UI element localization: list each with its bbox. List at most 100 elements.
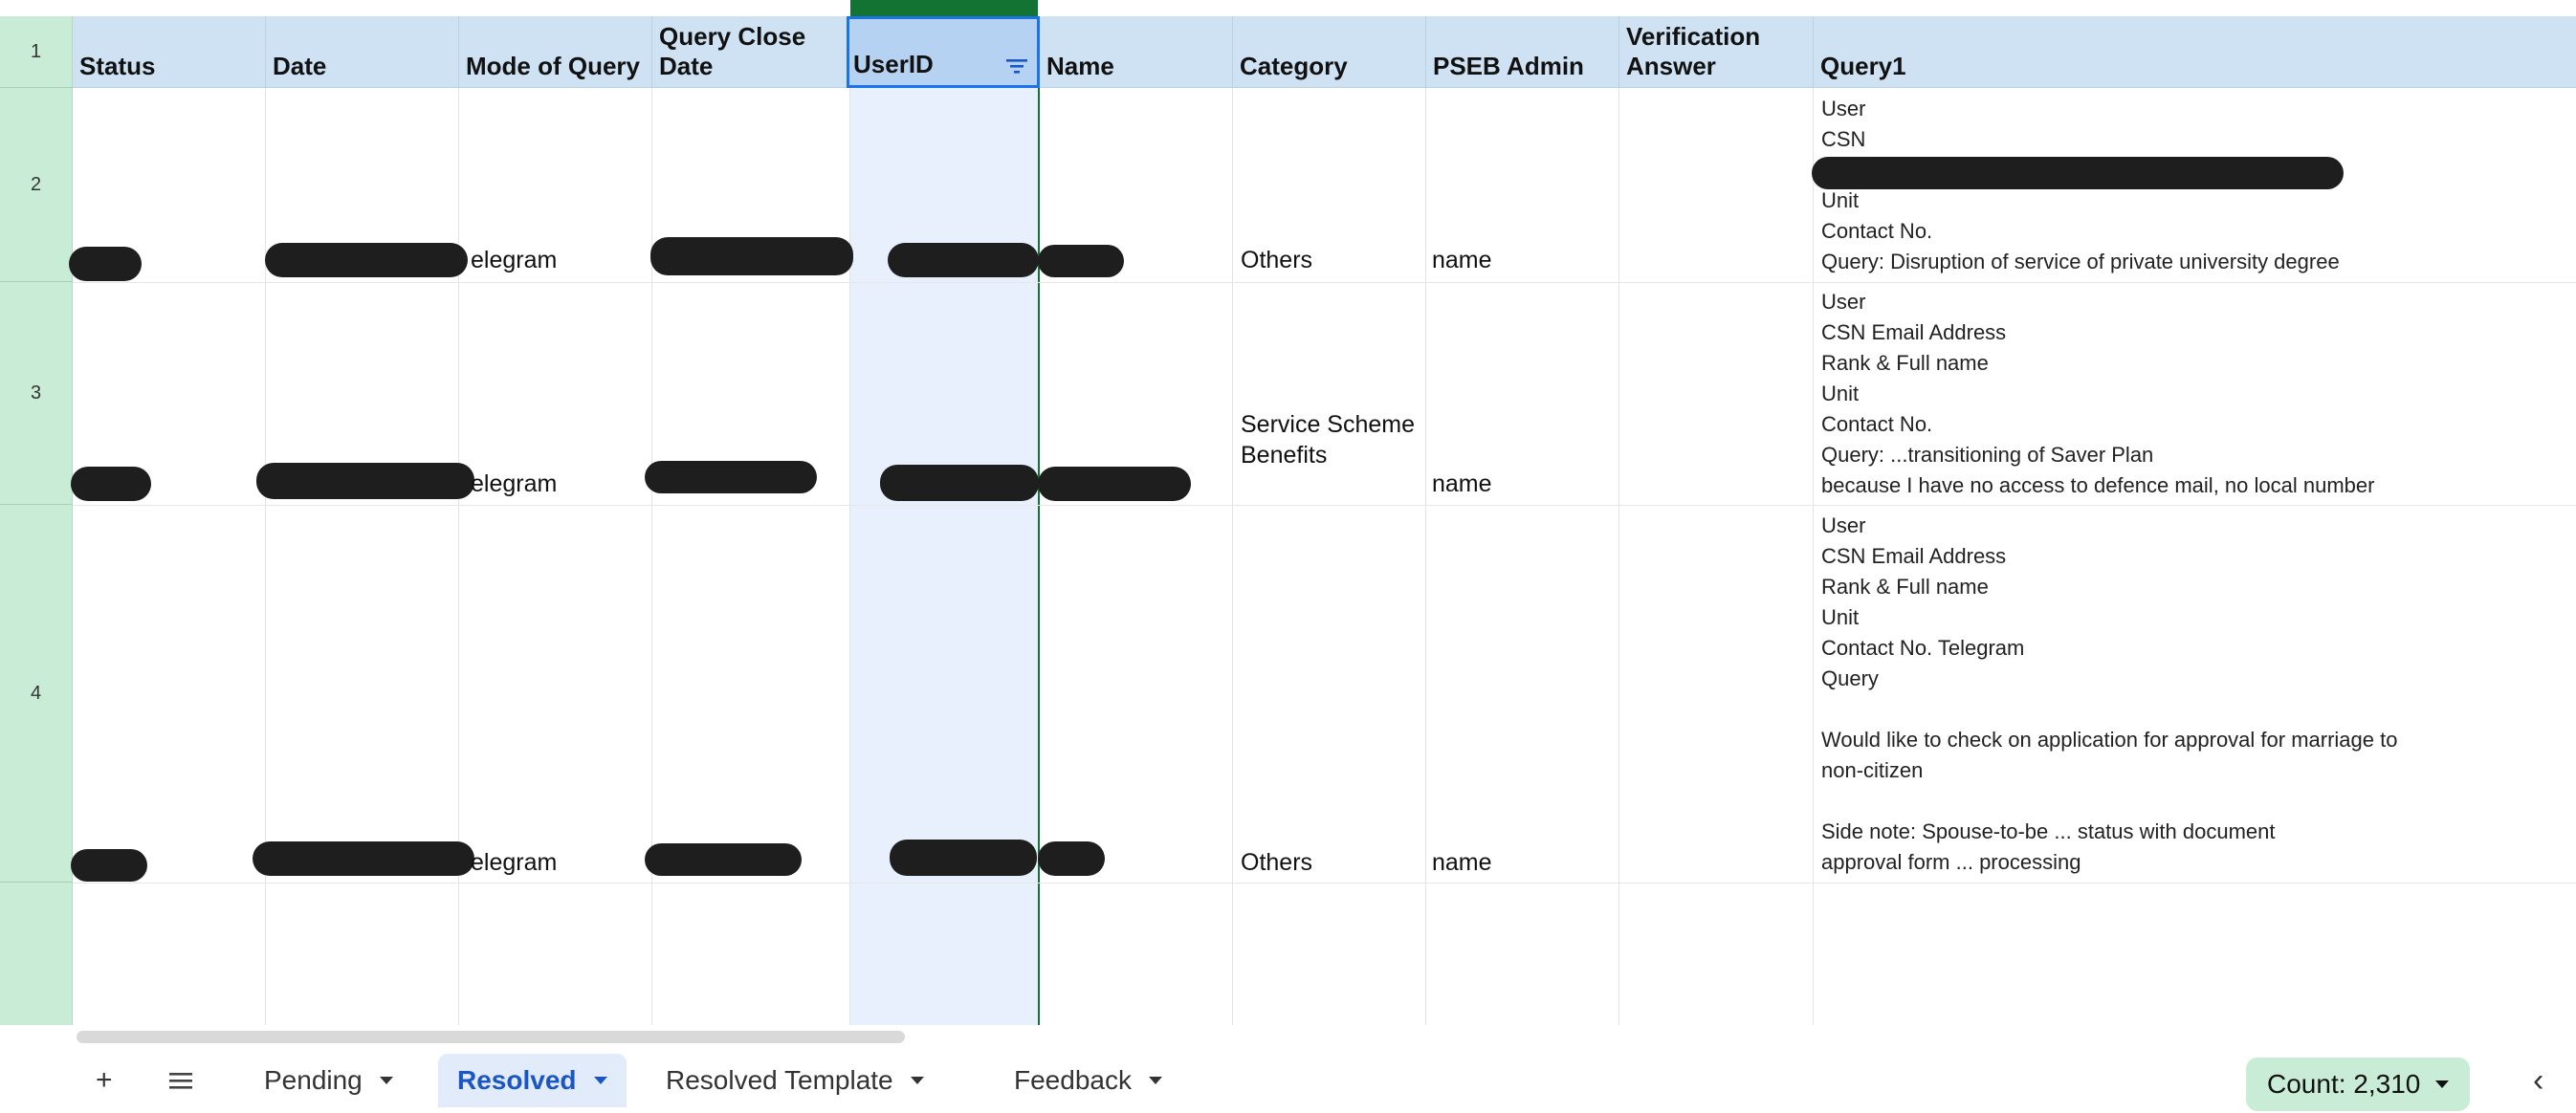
query-line: User — [1821, 97, 1866, 120]
query-line: CSN — [1821, 127, 1866, 151]
query-line: Unit — [1821, 605, 1860, 629]
tab-resolved-template[interactable]: Resolved Template — [666, 1054, 924, 1107]
query-line: approval form ... processing — [1821, 850, 2081, 874]
header-mode-of-query[interactable]: Mode of Query — [459, 16, 652, 88]
redacted-userid — [890, 840, 1037, 876]
query-line: Query — [1821, 666, 1879, 690]
query-line: Contact No. — [1821, 219, 1933, 243]
tab-pending[interactable]: Pending — [264, 1054, 393, 1107]
redacted-date — [265, 243, 468, 277]
row-divider — [73, 505, 2576, 506]
chevron-down-icon[interactable] — [910, 1077, 924, 1084]
header-userid-label: UserID — [853, 50, 934, 78]
cell-query1[interactable]: User CSN Email Address Rank & Full name … — [1821, 287, 2374, 501]
cell-category[interactable]: Others — [1241, 849, 1312, 877]
chevron-down-icon — [2435, 1080, 2450, 1088]
row-header-5[interactable] — [0, 883, 73, 1025]
query-line: Query: ...transitioning of Saver Plan — [1821, 443, 2154, 467]
header-query-close-date[interactable]: Query Close Date — [652, 16, 850, 88]
add-sheet-button[interactable]: + — [96, 1054, 113, 1107]
header-category[interactable]: Category — [1233, 16, 1426, 88]
count-summary-label: Count: 2,310 — [2267, 1069, 2421, 1099]
redacted-close-date — [645, 461, 817, 493]
query-line: Unit — [1821, 188, 1860, 212]
column-userid-body[interactable] — [850, 88, 1040, 1025]
row-header-2[interactable]: 2 — [0, 88, 73, 282]
column-name-body[interactable] — [1040, 88, 1233, 1025]
cell-pseb-admin[interactable]: name — [1432, 849, 1492, 877]
column-category-body[interactable] — [1233, 88, 1426, 1025]
query-line: because I have no access to defence mail… — [1821, 473, 2375, 497]
tab-resolved-template-label: Resolved Template — [666, 1065, 893, 1095]
column-mode-body[interactable] — [459, 88, 652, 1025]
cell-pseb-admin[interactable]: name — [1432, 470, 1492, 498]
row-divider — [73, 883, 2576, 884]
redacted-date — [256, 463, 474, 499]
cell-query1[interactable]: User CSN Email Address Rank & Full name … — [1821, 511, 2397, 878]
redacted-status — [71, 849, 147, 882]
sheet-tab-bar: + Pending Resolved Resolved Template Fee… — [0, 1044, 2576, 1113]
redacted-close-date — [650, 237, 853, 275]
column-admin-body[interactable] — [1426, 88, 1619, 1025]
tab-feedback[interactable]: Feedback — [1014, 1054, 1162, 1107]
row-header-1[interactable]: 1 — [0, 16, 73, 88]
header-pseb-admin[interactable]: PSEB Admin — [1426, 16, 1619, 88]
header-query1[interactable]: Query1 — [1814, 16, 2576, 88]
cell-category[interactable]: Others — [1241, 247, 1312, 274]
redacted-status — [71, 467, 151, 501]
horizontal-scrollbar[interactable] — [77, 1031, 905, 1043]
row-header-3[interactable]: 3 — [0, 282, 73, 505]
query-line: Rank & Full name — [1821, 575, 1989, 599]
row-header-4[interactable]: 4 — [0, 505, 73, 883]
cell-mode-of-query[interactable]: elegram — [471, 849, 557, 877]
query-line: User — [1821, 513, 1866, 537]
chevron-down-icon[interactable] — [593, 1077, 607, 1084]
row-divider — [73, 282, 2576, 283]
spreadsheet-grid[interactable]: 1 2 3 4 Status Date Mode of Query Query … — [0, 0, 2576, 1025]
header-status[interactable]: Status — [73, 16, 266, 88]
chevron-down-icon[interactable] — [1148, 1077, 1162, 1084]
redacted-name — [1038, 467, 1191, 501]
query-line: Side note: Spouse-to-be ... status with … — [1821, 819, 2276, 843]
sheets-menu-icon — [169, 1073, 192, 1089]
redacted-date — [253, 841, 474, 876]
tab-pending-label: Pending — [264, 1065, 363, 1095]
column-verification-body[interactable] — [1619, 88, 1814, 1025]
query-line: Would like to check on application for a… — [1821, 728, 2398, 752]
redacted-close-date — [645, 843, 802, 876]
header-userid[interactable]: UserID — [847, 16, 1040, 88]
count-summary-button[interactable]: Count: 2,310 — [2246, 1058, 2471, 1111]
header-verification-answer[interactable]: Verification Answer — [1619, 16, 1814, 88]
column-date-body[interactable] — [266, 88, 459, 1025]
header-date[interactable]: Date — [266, 16, 459, 88]
query-line: non-citizen — [1821, 758, 1924, 782]
query-line: Contact No. — [1821, 412, 1933, 436]
tab-resolved-label: Resolved — [457, 1065, 577, 1095]
column-close-date-body[interactable] — [652, 88, 850, 1025]
query-line: CSN Email Address — [1821, 544, 2007, 568]
cell-mode-of-query[interactable]: elegram — [471, 470, 557, 498]
collapse-side-panel-icon[interactable]: ‹ — [2533, 1054, 2543, 1107]
selected-column-indicator — [850, 0, 1038, 16]
query-line: User — [1821, 290, 1866, 314]
column-status-body[interactable] — [73, 88, 266, 1025]
redacted-userid — [888, 243, 1039, 277]
header-name[interactable]: Name — [1040, 16, 1233, 88]
filter-icon[interactable] — [1004, 56, 1029, 76]
tab-resolved[interactable]: Resolved — [438, 1054, 627, 1107]
column-letter-strip — [0, 0, 2576, 16]
all-sheets-button[interactable] — [168, 1054, 193, 1107]
redacted-userid — [880, 465, 1039, 501]
redacted-name — [1038, 245, 1124, 277]
redacted-status — [69, 247, 142, 281]
query-line: Query: Disruption of service of private … — [1821, 250, 2340, 273]
redacted-address — [1812, 157, 2344, 189]
cell-category[interactable]: Service Scheme Benefits — [1241, 409, 1422, 470]
query-line: CSN Email Address — [1821, 320, 2007, 344]
cell-pseb-admin[interactable]: name — [1432, 247, 1492, 274]
tab-feedback-label: Feedback — [1014, 1065, 1132, 1095]
cell-mode-of-query[interactable]: elegram — [471, 247, 557, 274]
query-line: Contact No. Telegram — [1821, 636, 2025, 660]
chevron-down-icon[interactable] — [379, 1077, 393, 1084]
redacted-name — [1038, 841, 1105, 876]
